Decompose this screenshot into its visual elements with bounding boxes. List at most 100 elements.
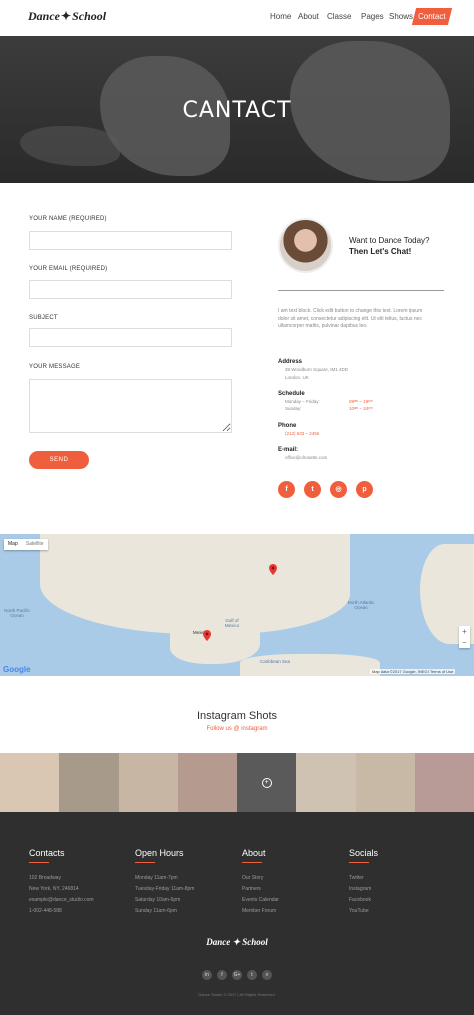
- map-label-north-atlantic: North Atlantic Ocean: [347, 600, 375, 610]
- footer-logo-text-right: School: [242, 937, 268, 947]
- footer-about-link[interactable]: Our Story: [242, 875, 263, 881]
- map-land-south-america: [240, 654, 380, 676]
- footer-underline: [135, 862, 155, 863]
- instagram-photo[interactable]: [118, 753, 178, 812]
- hero-leg: [20, 126, 120, 166]
- hero-banner: CANTACT: [0, 36, 474, 183]
- facebook-icon[interactable]: f: [217, 970, 227, 980]
- map[interactable]: Map Satellite North Pacific Ocean North …: [0, 534, 474, 676]
- footer-underline: [349, 862, 369, 863]
- send-button[interactable]: SEND: [29, 451, 89, 469]
- subject-field[interactable]: [29, 328, 232, 347]
- footer-socials-heading: Socials: [349, 848, 379, 858]
- map-zoom-out-button[interactable]: −: [459, 637, 470, 648]
- instagram-subtitle[interactable]: Follow us @ instagram: [0, 726, 474, 732]
- instagram-photo[interactable]: +: [237, 753, 297, 812]
- footer-social-link[interactable]: Twitter: [349, 875, 364, 881]
- plus-icon: +: [261, 777, 272, 788]
- address-line-1: 38 Woodburn Square, IM1 4DD: [285, 367, 348, 372]
- map-label-gulf: Gulf of Mexico: [224, 618, 240, 628]
- phone-heading: Phone: [278, 423, 297, 429]
- name-field[interactable]: [29, 231, 232, 250]
- instagram-photo[interactable]: [296, 753, 356, 812]
- twitter-icon[interactable]: t: [304, 481, 321, 498]
- map-zoom-in-button[interactable]: +: [459, 626, 470, 637]
- site-footer: [0, 812, 474, 1015]
- schedule-days-2: Sunday:: [285, 406, 302, 411]
- twitter-icon[interactable]: t: [247, 970, 257, 980]
- pinterest-icon[interactable]: p: [356, 481, 373, 498]
- message-label: YOUR MESSAGE: [29, 364, 81, 370]
- google-logo: Google: [3, 665, 31, 674]
- instagram-strip: +: [0, 753, 474, 812]
- footer-social-link[interactable]: Instagram: [349, 886, 371, 892]
- avatar: [278, 218, 333, 273]
- address-line-2: London, UK: [285, 375, 309, 380]
- main-nav: Home About Classe Pages Shows: [0, 12, 474, 26]
- map-attribution: Map data ©2017 Google, INEGI Terms of Us…: [370, 669, 456, 674]
- map-tab-satellite[interactable]: Satellite: [22, 539, 48, 550]
- footer-social-link[interactable]: YouTube: [349, 908, 369, 914]
- nav-home[interactable]: Home: [270, 12, 291, 21]
- footer-hours-line: Tuesday-Friday 11am-8pm: [135, 886, 195, 892]
- nav-contact[interactable]: Contact: [411, 8, 453, 25]
- facebook-icon[interactable]: f: [278, 481, 295, 498]
- chat-line-1: Want to Dance Today?: [349, 236, 430, 245]
- footer-contact-address: 102 Broadway: [29, 875, 61, 881]
- instagram-title: Instagram Shots: [196, 710, 278, 722]
- footer-contact-city: New York, NY, 246814: [29, 886, 79, 892]
- map-terms-link[interactable]: Terms of Use: [430, 669, 454, 674]
- chat-line-2: Then Let's Chat!: [349, 247, 412, 256]
- footer-hours-heading: Open Hours: [135, 848, 184, 858]
- site-header: Dance✦School Home About Classe Pages Sho…: [0, 0, 474, 36]
- schedule-heading: Schedule: [278, 391, 305, 397]
- footer-about-link[interactable]: Events Calendar: [242, 897, 279, 903]
- footer-hours-line: Saturday 10am-6pm: [135, 897, 181, 903]
- google-plus-icon[interactable]: G+: [232, 970, 242, 980]
- footer-underline: [242, 862, 262, 863]
- schedule-days-1: Monday – Friday:: [285, 399, 320, 404]
- email-field[interactable]: [29, 280, 232, 299]
- map-tab-map[interactable]: Map: [4, 539, 22, 550]
- email-value[interactable]: office@olrosette.com: [285, 455, 327, 460]
- address-heading: Address: [278, 359, 303, 365]
- nav-shows[interactable]: Shows: [389, 12, 413, 21]
- footer-logo[interactable]: Dance ✦ School: [0, 937, 474, 948]
- email-heading: E-mail:: [278, 447, 299, 453]
- subject-label: SUBJECT: [29, 315, 58, 321]
- nav-pages[interactable]: Pages: [361, 12, 384, 21]
- message-field[interactable]: [29, 379, 232, 433]
- footer-about-link[interactable]: Member Forum: [242, 908, 276, 914]
- footer-hours-line: Monday 11am-7pm: [135, 875, 178, 881]
- footer-contact-email[interactable]: example@dance_studio.com: [29, 897, 94, 903]
- phone-value[interactable]: (212) 633 – 2455: [285, 431, 319, 436]
- map-pin-mexico-icon[interactable]: [203, 630, 211, 641]
- linkedin-icon[interactable]: in: [202, 970, 212, 980]
- instagram-icon[interactable]: ◎: [330, 481, 347, 498]
- instagram-photo[interactable]: [414, 753, 474, 812]
- nav-contact-label: Contact: [418, 12, 446, 21]
- map-type-tabs: Map Satellite: [4, 539, 48, 550]
- footer-contact-phone: 1-002-448-588: [29, 908, 62, 914]
- footer-contacts-heading: Contacts: [29, 848, 65, 858]
- instagram-photo[interactable]: [355, 753, 415, 812]
- about-text: I am text block. Click edit button to ch…: [278, 308, 423, 329]
- vimeo-icon[interactable]: v: [262, 970, 272, 980]
- divider: [278, 290, 444, 291]
- instagram-photo[interactable]: [0, 753, 60, 812]
- footer-logo-text-left: Dance: [206, 937, 231, 947]
- instagram-photo[interactable]: [59, 753, 119, 812]
- map-land-north-america: [40, 534, 350, 634]
- schedule-hours-1: 09ᵃᵐ – 19ᵖᵐ: [349, 399, 373, 404]
- map-pin-new-york-icon[interactable]: [269, 564, 277, 575]
- footer-social-link[interactable]: Facebook: [349, 897, 371, 903]
- dancer-icon: ✦: [230, 937, 243, 947]
- map-zoom-control: + −: [459, 626, 470, 648]
- nav-about[interactable]: About: [298, 12, 319, 21]
- page-title: CANTACT: [182, 98, 292, 123]
- instagram-photo[interactable]: [177, 753, 237, 812]
- nav-classe[interactable]: Classe: [327, 12, 351, 21]
- footer-about-link[interactable]: Partners: [242, 886, 261, 892]
- footer-about-heading: About: [242, 848, 266, 858]
- copyright: Dance Studio © 2017 | All Rights Reserve…: [198, 992, 276, 997]
